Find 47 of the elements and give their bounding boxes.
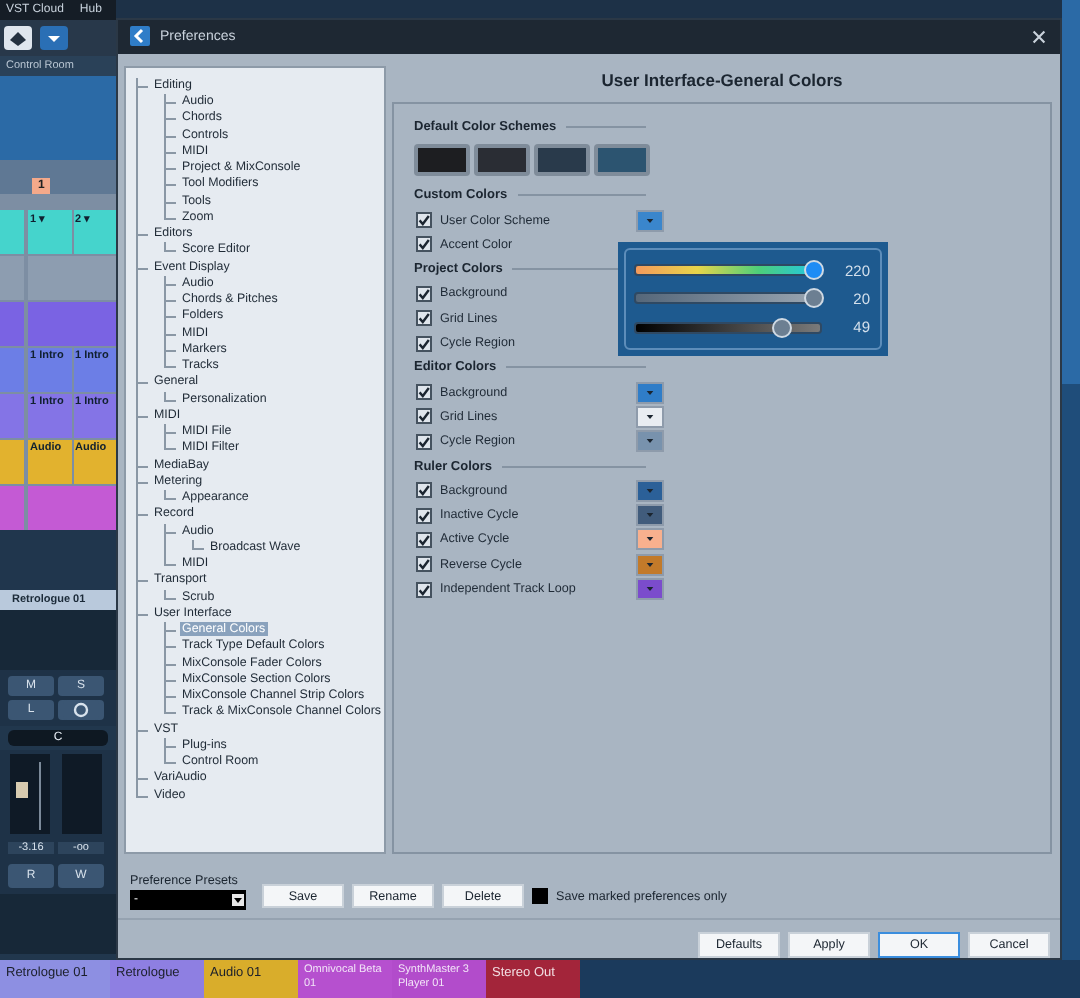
checkbox[interactable] <box>416 335 432 352</box>
color-picker[interactable] <box>636 553 664 576</box>
caret-icon[interactable] <box>646 536 654 543</box>
color-picker[interactable] <box>636 479 664 502</box>
color-picker[interactable] <box>636 430 664 453</box>
slider-thumb[interactable] <box>771 317 792 338</box>
settings-icon[interactable] <box>58 700 104 720</box>
color-slider[interactable] <box>634 292 822 305</box>
checkbox[interactable] <box>416 212 432 229</box>
checkbox[interactable] <box>416 531 432 548</box>
checkbox[interactable] <box>532 888 548 904</box>
page-title: User Interface-General Colors <box>599 67 845 94</box>
caret-icon[interactable] <box>232 892 244 908</box>
color-picker[interactable] <box>636 381 664 404</box>
scrollbar[interactable] <box>1062 0 1080 960</box>
clip[interactable] <box>28 302 116 346</box>
color-slider[interactable] <box>634 321 822 334</box>
fader-drawing[interactable] <box>8 754 52 834</box>
color-picker[interactable] <box>636 405 664 428</box>
checkbox[interactable] <box>416 556 432 573</box>
track-header <box>0 76 116 160</box>
tool-icon[interactable] <box>4 26 32 50</box>
checkbox[interactable] <box>416 384 432 401</box>
checkbox[interactable] <box>416 408 432 425</box>
clip[interactable] <box>28 486 116 530</box>
channel-panel <box>0 894 116 954</box>
dropdown-icon[interactable] <box>40 26 68 50</box>
checkbox[interactable] <box>416 433 432 450</box>
checkbox[interactable] <box>416 236 432 253</box>
color-picker[interactable] <box>636 578 664 601</box>
channel-panel <box>0 610 116 670</box>
slider-thumb[interactable] <box>804 260 825 281</box>
checkbox[interactable] <box>416 507 432 524</box>
checkbox[interactable] <box>416 310 432 327</box>
color-picker[interactable] <box>636 504 664 527</box>
slider-thumb[interactable] <box>804 288 825 309</box>
color-slider[interactable] <box>634 264 822 277</box>
checkbox[interactable] <box>416 285 432 302</box>
close-icon[interactable] <box>1030 27 1048 46</box>
checkbox[interactable] <box>416 581 432 598</box>
caret-icon[interactable] <box>646 413 654 420</box>
clip[interactable] <box>28 256 116 300</box>
color-picker[interactable] <box>636 209 664 232</box>
meter-drawing <box>60 754 104 834</box>
app-icon <box>130 26 150 47</box>
checkbox[interactable] <box>416 482 432 499</box>
color-picker[interactable] <box>636 528 664 551</box>
